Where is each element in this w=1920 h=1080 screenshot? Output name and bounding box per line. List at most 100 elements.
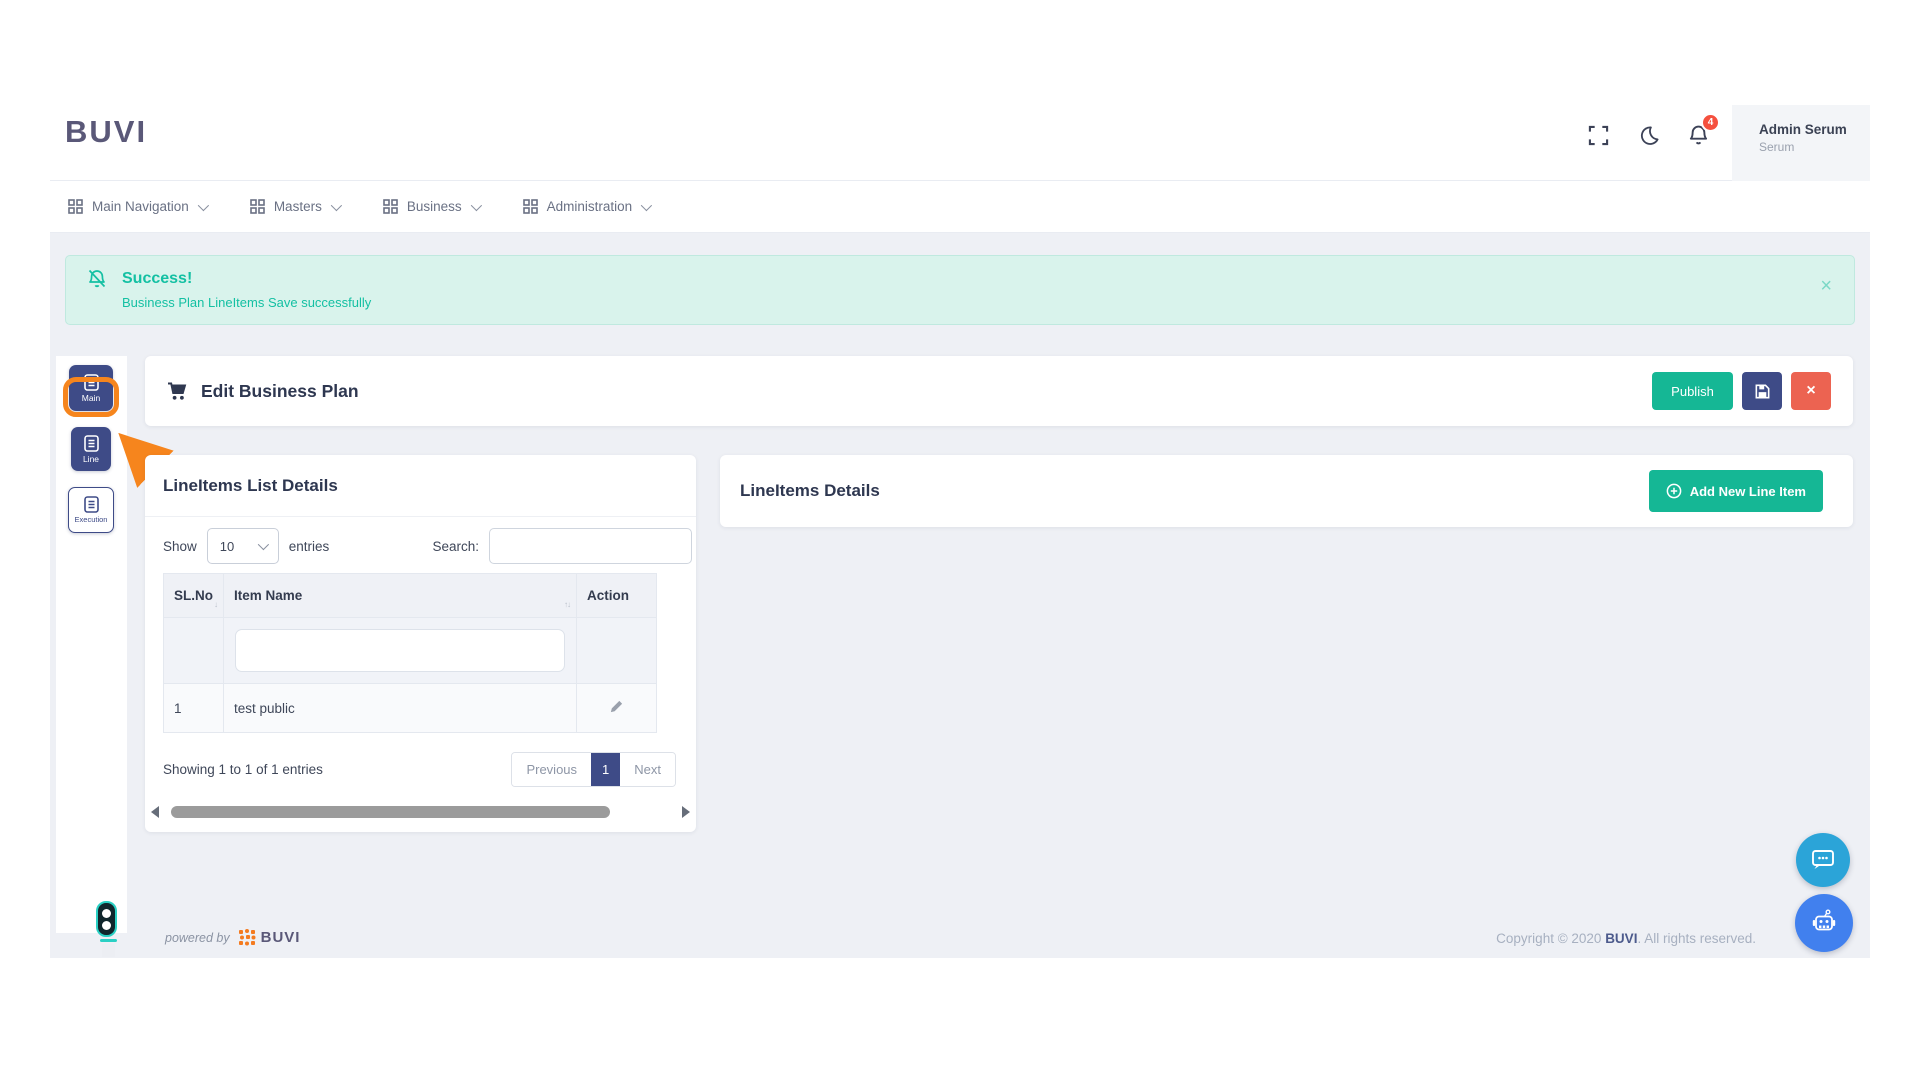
bell-off-icon — [88, 269, 106, 288]
edit-card-actions: Publish × — [1652, 372, 1831, 410]
chevron-down-icon — [330, 199, 342, 211]
nav-item-label: Masters — [273, 199, 322, 214]
chatbot-mascot[interactable] — [96, 901, 120, 957]
nav-item-business[interactable]: Business — [383, 199, 482, 214]
pagination: Previous 1 Next — [511, 752, 676, 787]
cell-slno: 1 — [163, 683, 224, 733]
scroll-left-arrow[interactable] — [151, 806, 159, 818]
moon-icon — [1640, 125, 1658, 145]
main-navbar: Main Navigation Masters Business Adminis… — [50, 181, 1870, 233]
lineitems-details-panel: LineItems Details Add New Line Item — [720, 455, 1853, 527]
edit-business-plan-card: Edit Business Plan Publish × — [145, 356, 1853, 426]
chat-widget-button[interactable] — [1796, 833, 1850, 887]
filter-row — [163, 617, 657, 684]
search-input[interactable] — [489, 528, 692, 564]
powered-by: powered by BUVI — [165, 929, 300, 946]
document-icon — [83, 373, 99, 391]
user-name: Admin Serum — [1759, 122, 1847, 137]
content-area: Success! Business Plan LineItems Save su… — [50, 233, 1870, 958]
scrollbar-track[interactable] — [165, 806, 676, 818]
sort-icon: ↓ — [214, 600, 218, 609]
side-rail: Main Line Execution — [56, 356, 127, 933]
list-panel-title: LineItems List Details — [163, 475, 338, 495]
add-new-line-item-button[interactable]: Add New Line Item — [1648, 470, 1823, 512]
user-menu[interactable]: Admin Serum Serum — [1732, 105, 1870, 181]
document-icon — [83, 434, 99, 452]
rail-item-line[interactable]: Line — [71, 427, 111, 471]
column-header-slno[interactable]: SL.No ↓ — [163, 573, 224, 618]
grid-icon — [383, 199, 398, 214]
chevron-down-icon — [257, 538, 269, 551]
scroll-right-arrow[interactable] — [682, 806, 690, 818]
nav-item-label: Main Navigation — [92, 199, 189, 214]
save-button[interactable] — [1742, 372, 1782, 410]
sort-icon: ↑↓ — [564, 600, 571, 609]
column-header-action: Action — [576, 573, 657, 618]
horizontal-scrollbar — [151, 803, 690, 821]
robot-icon — [1812, 909, 1836, 931]
brand-logo[interactable]: BUVI — [65, 114, 147, 150]
lineitems-table: SL.No ↓ Item Name ↑↓ Action 1 test publi… — [163, 573, 657, 733]
details-panel-title: LineItems Details — [740, 481, 880, 500]
buvi-dots-icon — [238, 929, 256, 946]
list-panel-header: LineItems List Details — [145, 455, 696, 517]
copyright-text: Copyright © 2020 BUVI. All rights reserv… — [1496, 931, 1756, 946]
table-footer: Showing 1 to 1 of 1 entries Previous 1 N… — [163, 752, 676, 787]
nav-item-masters[interactable]: Masters — [250, 199, 342, 214]
cart-icon — [168, 382, 187, 400]
close-button[interactable]: × — [1791, 372, 1831, 410]
plus-circle-icon — [1666, 483, 1682, 499]
publish-button[interactable]: Publish — [1652, 372, 1733, 410]
grid-icon — [250, 199, 265, 214]
mascot-body — [96, 901, 117, 937]
page-size-value: 10 — [219, 538, 235, 554]
nav-item-label: Business — [406, 199, 462, 214]
page-title: Edit Business Plan — [201, 380, 359, 401]
pagination-previous[interactable]: Previous — [512, 753, 592, 786]
chevron-down-icon — [197, 199, 209, 211]
page: BUVI 4 Admin Serum Serum Main Navigation… — [0, 0, 1920, 1080]
mascot-base — [99, 939, 117, 942]
search-label: Search: — [432, 538, 479, 554]
column-header-item-name[interactable]: Item Name ↑↓ — [223, 573, 577, 618]
edit-row-button[interactable] — [576, 683, 657, 733]
rail-item-label: Main — [81, 392, 101, 403]
page-footer: powered by BUVI Copyright © 2020 BUVI. A… — [50, 925, 1870, 955]
success-alert: Success! Business Plan LineItems Save su… — [65, 255, 1855, 325]
show-label: Show — [163, 538, 197, 554]
mascot-shadow — [101, 944, 115, 957]
pencil-icon — [610, 700, 623, 713]
page-size-select[interactable]: 10 — [206, 528, 279, 564]
rail-item-execution[interactable]: Execution — [68, 487, 114, 533]
pagination-page-1[interactable]: 1 — [591, 753, 621, 786]
powered-by-label: powered by — [165, 930, 230, 945]
app-header: BUVI 4 Admin Serum Serum — [50, 90, 1870, 181]
nav-item-label: Administration — [546, 199, 633, 214]
item-name-filter-input[interactable] — [235, 629, 565, 672]
header-icon-group: 4 — [1586, 90, 1720, 180]
chevron-down-icon — [640, 199, 653, 211]
footer-brand-logo[interactable]: BUVI — [238, 929, 301, 946]
user-role: Serum — [1759, 140, 1795, 154]
pagination-next[interactable]: Next — [620, 753, 675, 786]
rail-item-main[interactable]: Main — [69, 365, 113, 411]
lineitems-list-panel: LineItems List Details Show 10 entries S… — [145, 455, 696, 832]
rail-item-label: Execution — [74, 515, 108, 524]
rail-item-label: Line — [82, 453, 100, 464]
mascot-eye — [102, 920, 111, 930]
notifications-button[interactable]: 4 — [1686, 113, 1720, 147]
assistant-bot-button[interactable] — [1795, 894, 1853, 952]
dark-mode-button[interactable] — [1636, 123, 1660, 147]
nav-item-administration[interactable]: Administration — [522, 199, 653, 214]
entries-label: entries — [288, 538, 330, 554]
nav-item-main-navigation[interactable]: Main Navigation — [68, 199, 209, 214]
document-icon — [83, 496, 99, 513]
alert-message: Business Plan LineItems Save successfull… — [122, 295, 372, 310]
alert-close-button[interactable]: × — [1820, 276, 1832, 296]
fullscreen-button[interactable] — [1586, 123, 1610, 147]
edit-card-title-group: Edit Business Plan — [167, 381, 359, 402]
notification-count-badge: 4 — [1701, 113, 1720, 132]
mascot-eye — [102, 908, 111, 918]
scrollbar-thumb[interactable] — [171, 806, 611, 818]
fullscreen-icon — [1588, 125, 1608, 145]
